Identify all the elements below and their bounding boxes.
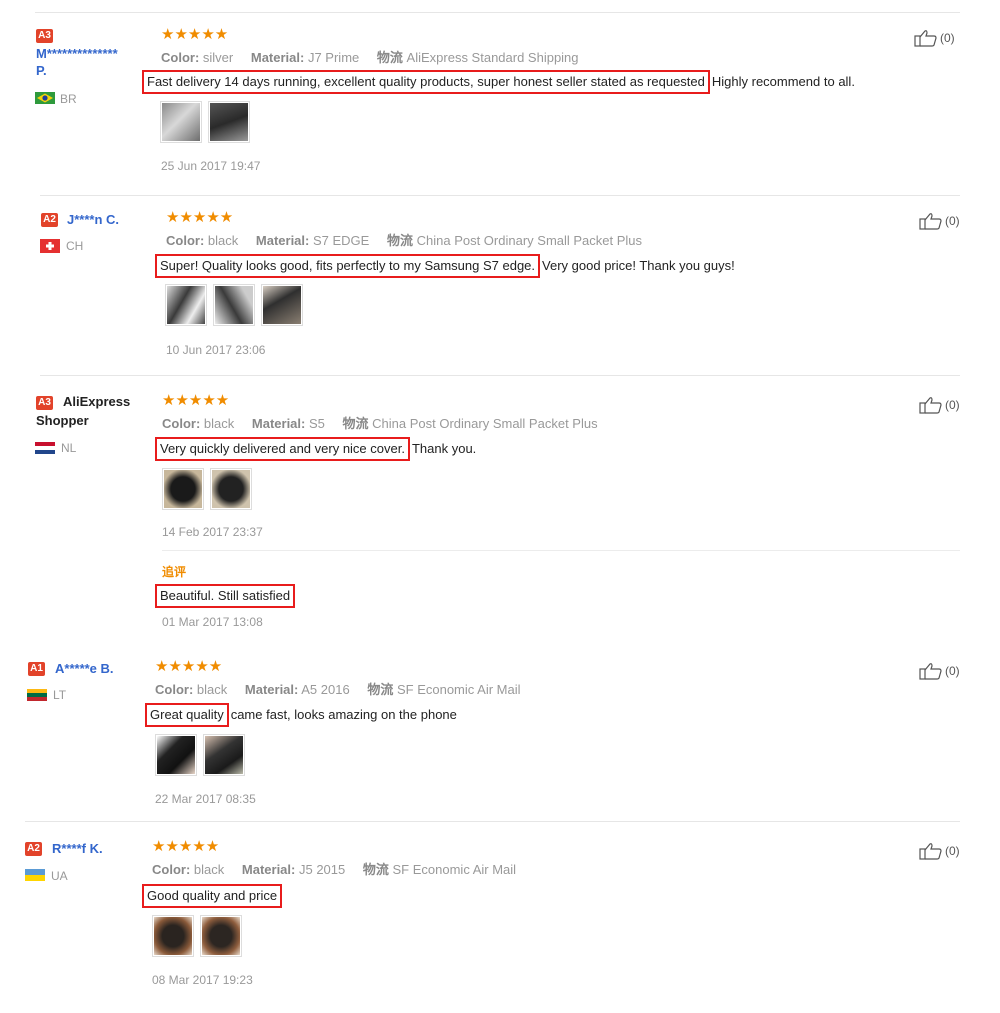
highlighted-text: Beautiful. Still satisfied [155,584,296,608]
review-date: 10 Jun 2017 23:06 [166,343,266,357]
highlighted-text: Good quality and price [142,884,283,908]
thumbs-up-icon [919,843,942,860]
highlighted-text: Great quality [145,703,229,727]
review-date: 14 Feb 2017 23:37 [162,525,263,539]
additional-review-date: 01 Mar 2017 13:08 [162,615,263,629]
like-button[interactable]: (0) [919,212,960,230]
additional-review-text: Beautiful. Still satisfied [155,584,297,608]
buyer-country: LT [53,688,67,702]
review-item: A2 J****n C. CH ★★★★★ Color: black Mater… [0,196,1000,376]
review-photo[interactable] [200,915,242,957]
review-text: Good quality and price [142,884,284,908]
like-button[interactable]: (0) [919,396,960,414]
review-text: Fast delivery 14 days running, excellent… [142,70,855,94]
like-button[interactable]: (0) [919,662,960,680]
product-attributes: Color: black Material: S7 EDGE 物流 China … [166,233,643,248]
review-text: Super! Quality looks good, fits perfectl… [155,254,735,278]
like-button[interactable]: (0) [914,29,955,47]
review-date: 25 Jun 2017 19:47 [161,159,261,173]
review-item: A2 R****f K. UA ★★★★★ Color: black Mater… [0,822,1000,1002]
thumbs-up-icon [914,30,937,47]
buyer-name[interactable]: R****f K. [52,841,103,856]
review-photo[interactable] [208,101,250,143]
highlighted-text: Very quickly delivered and very nice cov… [155,437,410,461]
buyer-level-badge: A2 [41,213,58,227]
review-photo[interactable] [162,468,204,510]
flag-nl-icon [35,442,55,454]
review-photo[interactable] [152,915,194,957]
highlighted-text: Fast delivery 14 days running, excellent… [142,70,710,94]
review-photo[interactable] [261,284,303,326]
buyer-level-badge: A1 [28,662,45,676]
review-photo[interactable] [160,101,202,143]
product-attributes: Color: black Material: S5 物流 China Post … [162,416,598,431]
review-photo[interactable] [213,284,255,326]
review-item: A3 M************** P. BR ★★★★★ Color: si… [0,0,1000,190]
review-photo[interactable] [210,468,252,510]
thumbs-up-icon [919,663,942,680]
review-photo[interactable] [155,734,197,776]
buyer-name[interactable]: AliExpress Shopper [36,394,130,428]
product-attributes: Color: black Material: J5 2015 物流 SF Eco… [152,862,517,877]
review-text: Great quality came fast, looks amazing on… [145,703,457,727]
review-photos [152,915,242,957]
additional-review-divider [162,550,960,551]
thumbs-up-icon [919,213,942,230]
review-date: 08 Mar 2017 19:23 [152,973,253,987]
review-photos [165,284,303,326]
thumbs-up-icon [919,397,942,414]
review-photos [160,101,250,143]
product-attributes: Color: silver Material: J7 Prime 物流 AliE… [161,50,579,65]
review-text: Very quickly delivered and very nice cov… [155,437,476,461]
buyer-country: BR [60,92,77,106]
buyer-level-badge: A3 [36,29,53,43]
flag-ua-icon [25,869,45,881]
review-photo[interactable] [203,734,245,776]
rating-stars: ★★★★★ [152,838,220,855]
rating-stars: ★★★★★ [166,209,234,226]
flag-lt-icon [27,689,47,701]
review-photo[interactable] [165,284,207,326]
additional-review-label: 追评 [162,565,187,579]
rating-stars: ★★★★★ [162,392,230,409]
buyer-level-badge: A2 [25,842,42,856]
buyer-country: NL [61,441,77,455]
buyer-name[interactable]: M************** P. [36,46,118,78]
buyer-country: UA [51,869,68,883]
review-date: 22 Mar 2017 08:35 [155,792,256,806]
buyer-country: CH [66,239,84,253]
review-item: A3 AliExpress Shopper NL ★★★★★ Color: bl… [0,376,1000,646]
flag-br-icon [35,92,55,104]
highlighted-text: Super! Quality looks good, fits perfectl… [155,254,541,278]
buyer-name[interactable]: J****n C. [67,212,119,227]
review-item: A1 A*****e B. LT ★★★★★ Color: black Mate… [0,646,1000,821]
like-button[interactable]: (0) [919,842,960,860]
review-photos [155,734,245,776]
rating-stars: ★★★★★ [161,26,229,43]
buyer-name[interactable]: A*****e B. [55,661,114,676]
rating-stars: ★★★★★ [155,658,223,675]
product-attributes: Color: black Material: A5 2016 物流 SF Eco… [155,682,521,697]
flag-ch-icon [40,239,60,253]
review-photos [162,468,252,510]
